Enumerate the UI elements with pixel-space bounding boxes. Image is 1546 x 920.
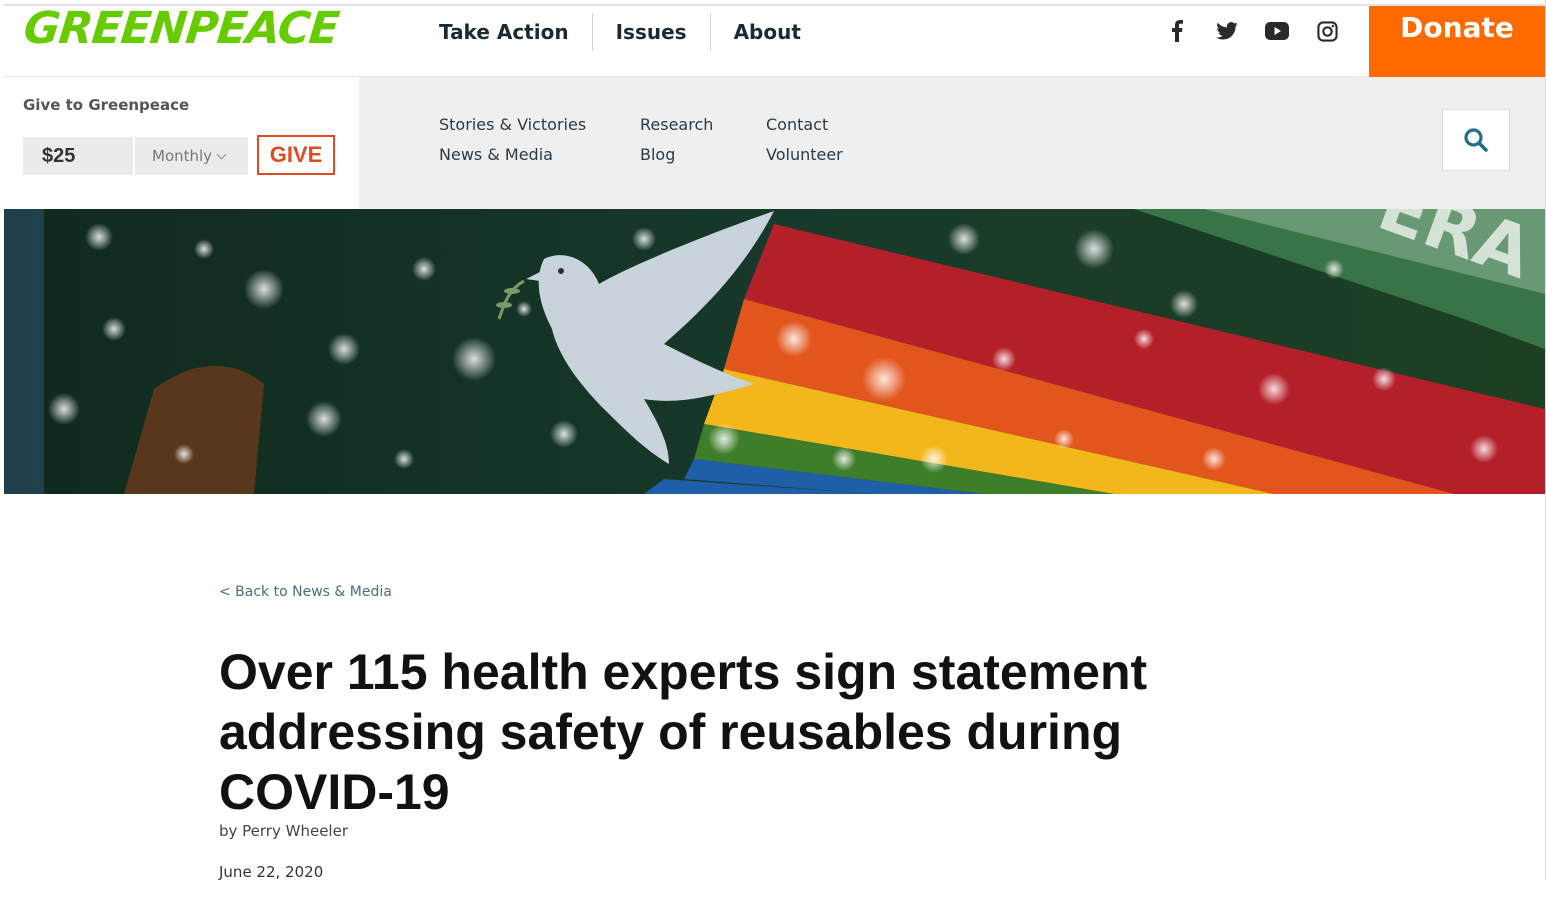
give-button[interactable]: GIVE xyxy=(257,135,335,175)
article-title: Over 115 health experts sign statement a… xyxy=(219,644,1148,820)
frequency-value: Monthly xyxy=(152,147,213,165)
peace-dove-rainbow-banner: ERA xyxy=(4,209,1545,494)
back-link[interactable]: < Back to News & Media xyxy=(219,584,1319,600)
nav-issues[interactable]: Issues xyxy=(591,13,710,51)
nav-take-action[interactable]: Take Action xyxy=(416,13,592,51)
subnav-blog[interactable]: Blog xyxy=(640,144,766,165)
subnav-news-media[interactable]: News & Media xyxy=(439,144,640,165)
give-label: Give to Greenpeace xyxy=(23,96,190,114)
article-date: June 22, 2020 xyxy=(219,863,324,881)
article-byline: by Perry Wheeler xyxy=(219,822,348,840)
instagram-icon[interactable] xyxy=(1314,18,1340,44)
facebook-icon[interactable] xyxy=(1164,18,1190,44)
top-header: GREENPEACE Take Action Issues About Dona… xyxy=(4,3,1545,77)
subnav-stories-victories[interactable]: Stories & Victories xyxy=(439,114,640,135)
search-button[interactable] xyxy=(1442,109,1510,171)
subnav-volunteer[interactable]: Volunteer xyxy=(766,144,906,165)
amount-input[interactable]: $25 xyxy=(23,137,133,175)
hero-image: ERA xyxy=(4,209,1545,494)
secondary-nav: Stories & Victories Research Contact New… xyxy=(439,114,906,165)
twitter-icon[interactable] xyxy=(1214,18,1240,44)
subnav-contact[interactable]: Contact xyxy=(766,114,906,135)
greenpeace-logo[interactable]: GREENPEACE xyxy=(21,3,341,54)
nav-about[interactable]: About xyxy=(709,13,824,51)
subnav-research[interactable]: Research xyxy=(640,114,766,135)
article: < Back to News & Media Over 115 health e… xyxy=(219,584,1319,881)
social-links xyxy=(1164,18,1340,44)
search-icon xyxy=(1464,128,1488,152)
youtube-icon[interactable] xyxy=(1264,18,1290,44)
secondary-bar: Give to Greenpeace $25 Monthly GIVE Stor… xyxy=(4,77,1545,209)
main-nav: Take Action Issues About xyxy=(416,12,824,52)
frequency-select[interactable]: Monthly xyxy=(135,137,248,175)
donate-button[interactable]: Donate xyxy=(1369,6,1545,77)
chevron-down-icon xyxy=(216,149,227,160)
give-widget: Give to Greenpeace $25 Monthly GIVE xyxy=(4,77,359,209)
